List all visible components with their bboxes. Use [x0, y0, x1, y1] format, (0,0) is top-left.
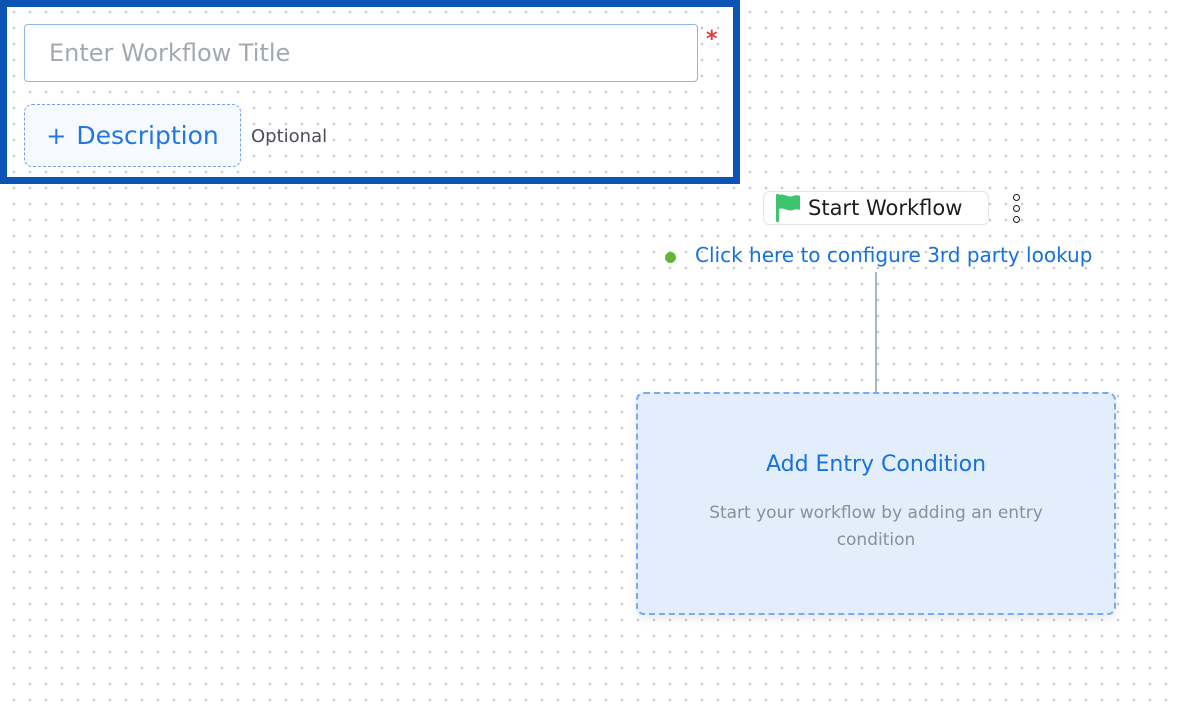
start-workflow-node[interactable]: Start Workflow: [763, 191, 989, 225]
start-workflow-label: Start Workflow: [808, 196, 963, 220]
kebab-menu-icon: [1012, 215, 1020, 223]
workflow-canvas[interactable]: * + Description Optional Start Workflow …: [0, 0, 1178, 704]
entry-condition-subtitle: Start your workflow by adding an entry c…: [709, 503, 1043, 550]
add-entry-condition-card[interactable]: Add Entry Condition Start your workflow …: [636, 392, 1116, 615]
workflow-title-input[interactable]: [24, 24, 698, 82]
connector-line: [875, 272, 877, 392]
add-description-button[interactable]: + Description: [24, 104, 241, 167]
flag-icon: [776, 194, 800, 222]
node-menu-button[interactable]: [1006, 190, 1026, 226]
kebab-menu-icon: [1012, 193, 1020, 201]
plus-icon: +: [46, 121, 67, 150]
workflow-title-panel: * + Description Optional: [0, 0, 740, 184]
description-button-label: Description: [76, 121, 219, 150]
required-marker: *: [706, 27, 718, 52]
optional-label: Optional: [251, 126, 328, 147]
entry-condition-title: Add Entry Condition: [765, 452, 987, 477]
kebab-menu-icon: [1012, 204, 1020, 212]
status-dot-icon: [665, 252, 676, 263]
configure-lookup-link[interactable]: Click here to configure 3rd party lookup: [695, 243, 1092, 267]
